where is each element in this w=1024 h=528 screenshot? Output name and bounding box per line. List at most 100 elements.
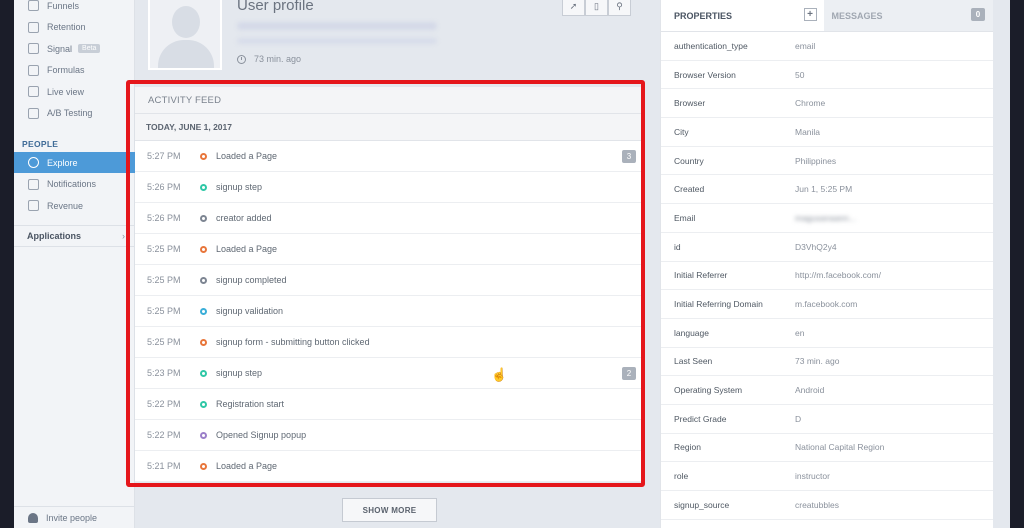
sidebar-item-explore[interactable]: Explore — [14, 152, 135, 173]
redacted-name — [237, 22, 437, 30]
property-value: National Capital Region — [795, 442, 885, 453]
user-search-icon: ⚲ — [616, 1, 623, 11]
pointer-tool-button[interactable]: ➚ — [562, 0, 585, 16]
property-key: Region — [674, 442, 701, 453]
property-value: 73 min. ago — [795, 356, 840, 367]
property-row: Last Seen 73 min. ago — [661, 348, 993, 377]
property-value: m.facebook.com — [795, 299, 858, 310]
property-key: Last Seen — [674, 356, 713, 367]
property-key: Created — [674, 184, 705, 195]
sidebar: Funnels Retention Signal Beta Formulas Live v… — [14, 0, 135, 528]
property-value: instructor — [795, 471, 830, 482]
live-view-icon — [28, 86, 39, 97]
property-value: D — [795, 413, 802, 424]
sidebar-item-label: Funnels — [47, 0, 80, 11]
tab-properties[interactable]: PROPERTIES + — [661, 0, 824, 31]
sidebar-item-label: Live view — [47, 86, 85, 97]
revenue-icon — [28, 200, 39, 211]
sidebar-item-label: Explore — [47, 157, 78, 168]
panel-gap — [645, 0, 660, 528]
property-value: D3VhQ2y4 — [795, 241, 837, 252]
invite-people-button[interactable]: Invite people — [14, 506, 135, 528]
highlight-box — [126, 80, 645, 487]
property-row: id D3VhQ2y4 — [661, 233, 993, 262]
property-key: Initial Referring Domain — [674, 299, 763, 310]
formula-icon — [28, 64, 39, 76]
property-row: Predict Grade D — [661, 405, 993, 434]
invite-people-label: Invite people — [46, 512, 98, 523]
property-key: Initial Referrer — [674, 270, 728, 281]
properties-tabs: PROPERTIES + MESSAGES 0 — [661, 0, 993, 32]
property-key: Email — [674, 212, 696, 223]
property-value: Manila — [795, 126, 821, 137]
applications-label: Applications — [27, 231, 82, 241]
property-key: Predict Grade — [674, 413, 727, 424]
property-value: Philippines — [795, 155, 837, 166]
user-tool-button[interactable]: ⚲ — [608, 0, 631, 16]
property-row: Email magusanaann... — [661, 204, 993, 233]
property-key: signup_source — [674, 499, 730, 510]
property-row: signup_source creatubbles — [661, 491, 993, 520]
sidebar-item-revenue[interactable]: Revenue — [14, 195, 135, 216]
signal-icon — [28, 43, 39, 54]
property-key: Browser — [674, 98, 706, 109]
property-row: language en — [661, 319, 993, 348]
property-key: language — [674, 327, 709, 338]
sidebar-item-label: A/B Testing — [47, 108, 93, 118]
property-value: en — [795, 327, 805, 338]
device-tool-button[interactable]: ▯ — [585, 0, 608, 16]
retention-icon — [28, 21, 39, 33]
property-row: Browser Chrome — [661, 89, 993, 119]
redacted-email — [237, 38, 437, 44]
property-value: Android — [795, 385, 825, 396]
tab-messages-label: MESSAGES — [831, 10, 883, 21]
panel-edge — [993, 0, 1010, 528]
properties-panel: PROPERTIES + MESSAGES 0 authentication_t… — [660, 0, 993, 528]
funnel-icon — [28, 0, 39, 11]
property-value: http://m.facebook.com/ — [795, 270, 881, 281]
property-value: Jun 1, 5:25 PM — [795, 184, 853, 195]
sidebar-item-signal[interactable]: Signal Beta — [14, 38, 135, 59]
explore-icon — [28, 157, 39, 168]
property-row: authentication_type email — [661, 32, 993, 61]
show-more-button[interactable]: SHOW MORE — [342, 498, 437, 522]
people-section-label: PEOPLE — [22, 139, 59, 149]
sidebar-item-label: Formulas — [47, 65, 85, 75]
sidebar-item-notifications[interactable]: Notifications — [14, 174, 135, 195]
cursor-icon: ➚ — [569, 1, 578, 11]
property-value: creatubbles — [795, 499, 839, 510]
main-content: User profile 73 min. ago ➚ ▯ ⚲ ACTIVITY … — [126, 0, 645, 528]
sidebar-item-label: Retention — [47, 22, 86, 32]
sidebar-item-funnels[interactable]: Funnels — [14, 0, 135, 16]
property-value: 50 — [795, 69, 805, 80]
property-key: Country — [674, 155, 704, 166]
property-row: role instructor — [661, 462, 993, 491]
sidebar-item-retention[interactable]: Retention — [14, 17, 135, 38]
sidebar-item-label: Notifications — [47, 179, 97, 189]
add-property-icon[interactable]: + — [803, 8, 817, 21]
hand-cursor-icon: ☝ — [491, 367, 508, 382]
property-value: magusanaann... — [795, 212, 856, 223]
property-value: Chrome — [795, 98, 826, 109]
sidebar-item-live-view[interactable]: Live view — [14, 81, 135, 102]
sidebar-item-a-b-testing[interactable]: A/B Testing — [14, 103, 135, 124]
property-row: Created Jun 1, 5:25 PM — [661, 175, 993, 205]
property-row: Initial Referrer http://m.facebook.com/ — [661, 262, 993, 291]
chevron-right-icon: › — [122, 231, 125, 241]
window-frame-left — [0, 0, 14, 528]
clock-icon — [237, 54, 246, 64]
ab-testing-icon — [28, 107, 39, 119]
property-key: City — [674, 126, 689, 137]
window-frame-right — [1010, 0, 1024, 528]
property-row: Country Philippines — [661, 147, 993, 176]
applications-menu[interactable]: Applications › — [14, 225, 135, 247]
page-title: User profile — [237, 0, 314, 14]
sidebar-item-formulas[interactable]: Formulas — [14, 60, 135, 81]
sidebar-item-label: Revenue — [47, 200, 84, 211]
property-value: email — [795, 40, 816, 51]
profile-toolbar: ➚ ▯ ⚲ — [562, 0, 631, 16]
notifications-icon — [28, 178, 39, 190]
last-seen-text: 73 min. ago — [254, 54, 302, 64]
property-row: Browser Version 50 — [661, 61, 993, 90]
tab-messages[interactable]: MESSAGES 0 — [823, 0, 993, 31]
